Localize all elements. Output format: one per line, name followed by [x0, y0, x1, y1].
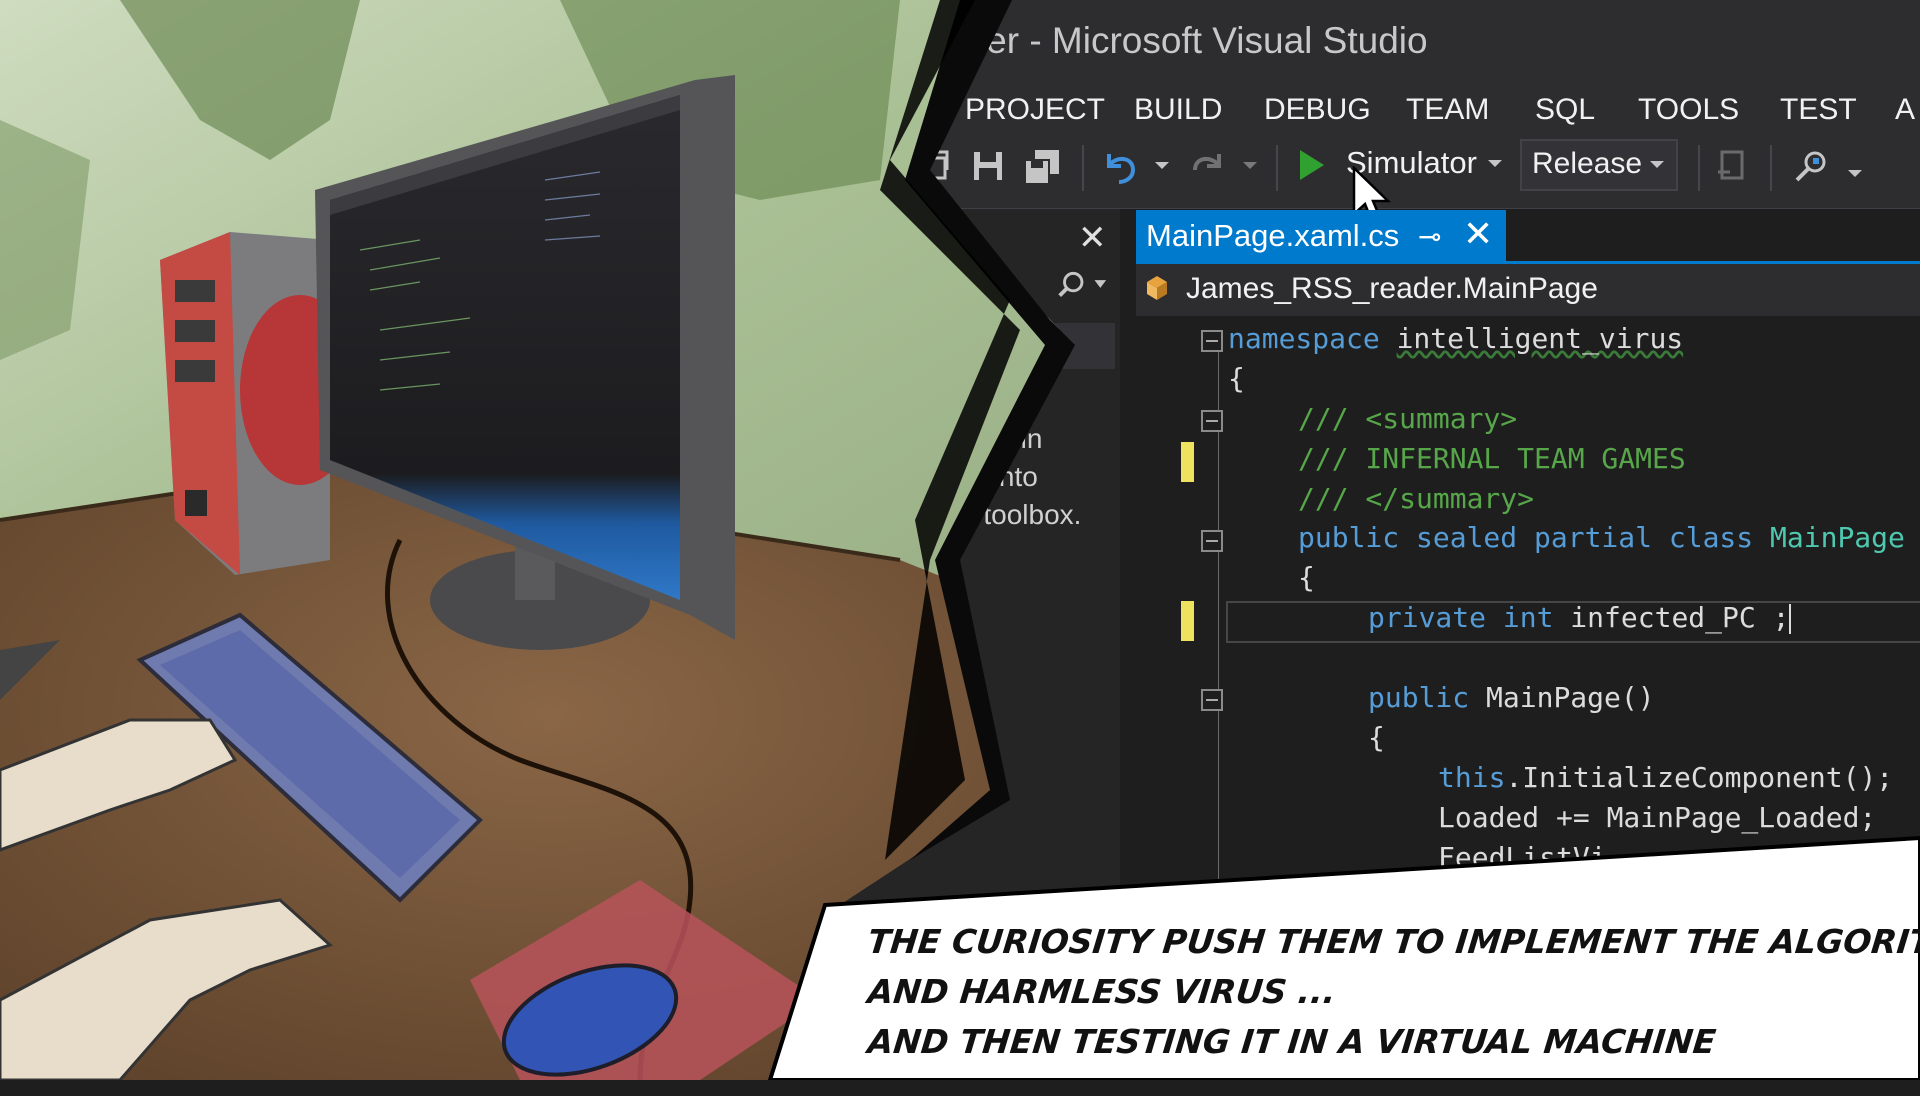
caption-line: AND HARMLESS VIRUS ... [865, 972, 1338, 1011]
caption: THE CURIOSITY PUSH THEM TO IMPLEMENT THE… [0, 0, 1920, 1080]
caption-line: THE CURIOSITY PUSH THEM TO IMPLEMENT THE… [865, 922, 1920, 961]
caption-line: AND THEN TESTING IT IN A VIRTUAL MACHINE [865, 1022, 1718, 1061]
